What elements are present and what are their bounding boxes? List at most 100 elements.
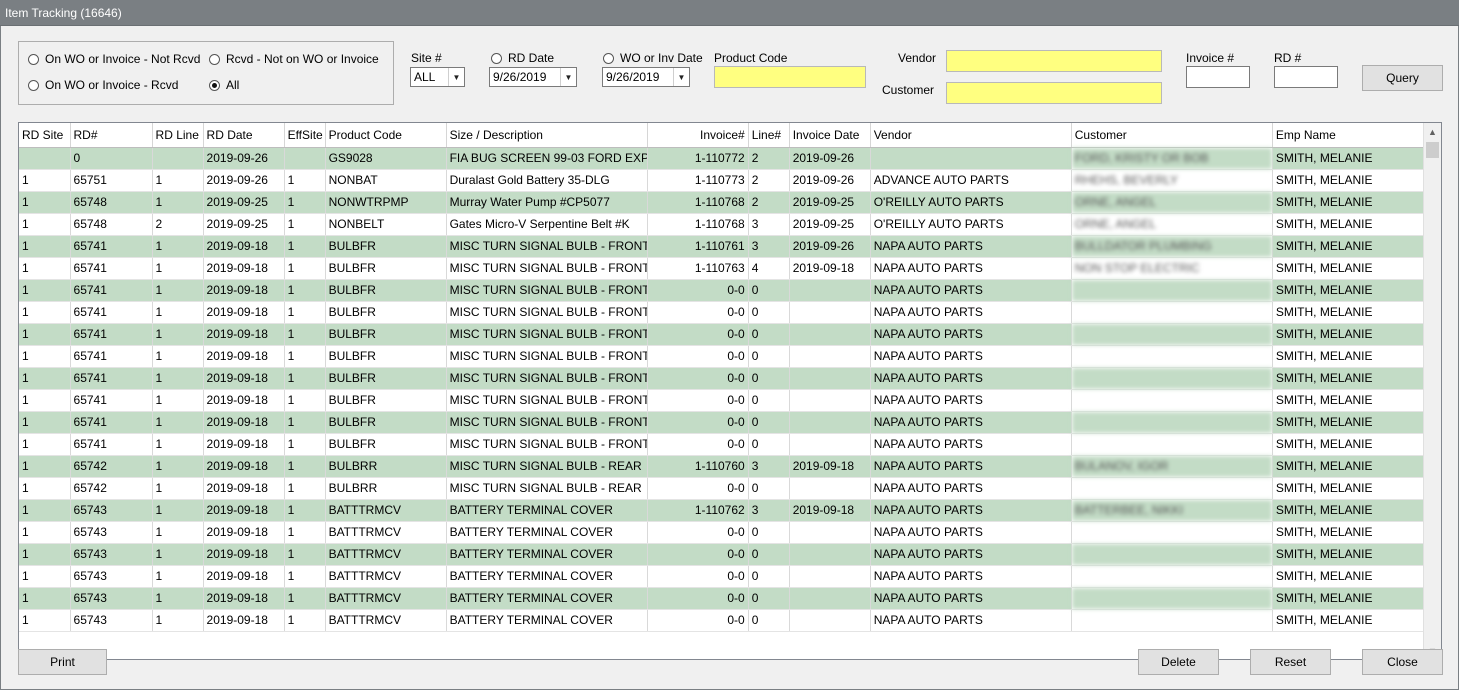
delete-button[interactable]: Delete xyxy=(1138,649,1219,675)
cell-customer xyxy=(1071,367,1273,390)
cell-vendor: NAPA AUTO PARTS xyxy=(870,367,1072,390)
cell-rd-number: 65743 xyxy=(70,543,153,566)
scroll-up-icon[interactable]: ▲ xyxy=(1424,123,1441,140)
product-code-input[interactable] xyxy=(714,66,866,88)
cell-rd-date: 2019-09-18 xyxy=(203,411,285,434)
cell-effsite: 1 xyxy=(284,433,326,456)
cell-rd-site: 1 xyxy=(19,345,71,368)
table-row[interactable]: 1 65741 1 2019-09-18 1 BULBFR MISC TURN SIGNAL… xyxy=(19,257,1425,280)
cell-invoice-date: 2019-09-25 xyxy=(789,191,871,214)
col-header-rd-date[interactable]: RD Date xyxy=(203,123,285,148)
table-row[interactable]: 1 65743 1 2019-09-18 1 BATTTRMCV BATTERY TERMI… xyxy=(19,609,1425,632)
col-header-invoice-number[interactable]: Invoice# xyxy=(647,123,749,148)
cell-invoice-number: 1-110763 xyxy=(647,257,749,280)
cell-size-description: MISC TURN SIGNAL BULB - REAR xyxy=(446,455,648,478)
cell-line-number: 0 xyxy=(748,279,790,302)
col-header-size-description[interactable]: Size / Description xyxy=(446,123,648,148)
cell-rd-site: 1 xyxy=(19,301,71,324)
table-row[interactable]: 1 65743 1 2019-09-18 1 BATTTRMCV BATTERY TERMI… xyxy=(19,587,1425,610)
radio-on-wo-not-rcvd[interactable]: On WO or Invoice - Not Rcvd xyxy=(28,52,200,66)
radio-wo-inv-date[interactable]: WO or Inv Date xyxy=(603,51,703,65)
table-row[interactable]: 1 65742 1 2019-09-18 1 BULBRR MISC TURN SIGNAL… xyxy=(19,455,1425,478)
cell-product-code: BULBFR xyxy=(325,389,447,412)
cell-line-number: 0 xyxy=(748,477,790,500)
cell-rd-site: 1 xyxy=(19,587,71,610)
table-row[interactable]: 1 65741 1 2019-09-18 1 BULBFR MISC TURN SIGNAL… xyxy=(19,389,1425,412)
table-row[interactable]: 1 65741 1 2019-09-18 1 BULBFR MISC TURN SIGNAL… xyxy=(19,411,1425,434)
cell-size-description: MISC TURN SIGNAL BULB - FRONT xyxy=(446,235,648,258)
col-header-product-code[interactable]: Product Code xyxy=(325,123,447,148)
table-row[interactable]: 1 65743 1 2019-09-18 1 BATTTRMCV BATTERY TERMI… xyxy=(19,565,1425,588)
chevron-down-icon[interactable]: ▼ xyxy=(448,68,464,86)
table-row[interactable]: 1 65748 2 2019-09-25 1 NONBELT Gates Micro-V S… xyxy=(19,213,1425,236)
print-button[interactable]: Print xyxy=(18,649,107,675)
cell-product-code: BULBRR xyxy=(325,455,447,478)
cell-line-number: 4 xyxy=(748,257,790,280)
vendor-input[interactable] xyxy=(946,50,1162,72)
table-row[interactable]: 1 65743 1 2019-09-18 1 BATTTRMCV BATTERY TERMI… xyxy=(19,521,1425,544)
cell-rd-site: 1 xyxy=(19,235,71,258)
col-header-effsite[interactable]: EffSite xyxy=(284,123,326,148)
chevron-down-icon[interactable]: ▼ xyxy=(673,68,689,86)
table-row[interactable]: 1 65748 1 2019-09-25 1 NONWTRPMP Murray Water … xyxy=(19,191,1425,214)
table-row[interactable]: 1 65741 1 2019-09-18 1 BULBFR MISC TURN SIGNAL… xyxy=(19,367,1425,390)
radio-on-wo-rcvd[interactable]: On WO or Invoice - Rcvd xyxy=(28,78,178,92)
col-header-rd-number[interactable]: RD# xyxy=(70,123,153,148)
table-row[interactable]: 1 65743 1 2019-09-18 1 BATTTRMCV BATTERY TERMI… xyxy=(19,543,1425,566)
cell-emp-name: SMITH, MELANIE xyxy=(1272,389,1425,412)
cell-rd-number: 65741 xyxy=(70,235,153,258)
cell-rd-number: 65741 xyxy=(70,367,153,390)
table-row[interactable]: 1 65741 1 2019-09-18 1 BULBFR MISC TURN SIGNAL… xyxy=(19,279,1425,302)
radio-all[interactable]: All xyxy=(209,78,239,92)
cell-size-description: Murray Water Pump #CP5077 xyxy=(446,191,648,214)
cell-invoice-date xyxy=(789,301,871,324)
cell-rd-number: 0 xyxy=(70,147,153,170)
invoice-label: Invoice # xyxy=(1186,51,1235,65)
cell-invoice-number: 0-0 xyxy=(647,587,749,610)
table-row[interactable]: 1 65743 1 2019-09-18 1 BATTTRMCV BATTERY TERMI… xyxy=(19,499,1425,522)
wo-inv-date-label: WO or Inv Date xyxy=(620,51,703,65)
col-header-rd-line[interactable]: RD Line xyxy=(152,123,204,148)
cell-emp-name: SMITH, MELANIE xyxy=(1272,257,1425,280)
cell-invoice-number: 0-0 xyxy=(647,411,749,434)
close-button[interactable]: Close xyxy=(1362,649,1443,675)
col-header-customer[interactable]: Customer xyxy=(1071,123,1273,148)
col-header-line-number[interactable]: Line# xyxy=(748,123,790,148)
cell-size-description: MISC TURN SIGNAL BULB - FRONT xyxy=(446,367,648,390)
cell-emp-name: SMITH, MELANIE xyxy=(1272,367,1425,390)
vertical-scrollbar[interactable]: ▲ ▼ xyxy=(1423,123,1441,659)
chevron-down-icon[interactable]: ▼ xyxy=(560,68,576,86)
cell-rd-number: 65741 xyxy=(70,433,153,456)
col-header-vendor[interactable]: Vendor xyxy=(870,123,1072,148)
radio-indicator xyxy=(209,53,220,65)
reset-button[interactable]: Reset xyxy=(1250,649,1331,675)
table-row[interactable]: 0 2019-09-26 GS9028 FIA BUG SCREEN 99-03 FO… xyxy=(19,147,1425,170)
scrollbar-thumb[interactable] xyxy=(1426,142,1439,158)
invoice-input[interactable] xyxy=(1186,66,1250,88)
customer-input[interactable] xyxy=(946,82,1162,104)
col-header-emp-name[interactable]: Emp Name xyxy=(1272,123,1425,148)
rd-number-input[interactable] xyxy=(1274,66,1338,88)
item-tracking-grid[interactable]: RD Site RD# RD Line RD Date EffSite Prod… xyxy=(18,122,1442,660)
cell-invoice-date xyxy=(789,433,871,456)
cell-product-code: NONWTRPMP xyxy=(325,191,447,214)
cell-vendor: NAPA AUTO PARTS xyxy=(870,279,1072,302)
rd-date-picker[interactable]: 9/26/2019 ▼ xyxy=(489,67,577,87)
query-button[interactable]: Query xyxy=(1362,65,1443,91)
table-row[interactable]: 1 65741 1 2019-09-18 1 BULBFR MISC TURN SIGNAL… xyxy=(19,345,1425,368)
site-select[interactable]: ALL ▼ xyxy=(410,67,465,87)
wo-inv-date-picker[interactable]: 9/26/2019 ▼ xyxy=(602,67,690,87)
cell-rd-line: 1 xyxy=(152,543,204,566)
col-header-invoice-date[interactable]: Invoice Date xyxy=(789,123,871,148)
table-row[interactable]: 1 65751 1 2019-09-26 1 NONBAT Duralast Gold Ba… xyxy=(19,169,1425,192)
col-header-rd-site[interactable]: RD Site xyxy=(19,123,71,148)
table-row[interactable]: 1 65741 1 2019-09-18 1 BULBFR MISC TURN SIGNAL… xyxy=(19,323,1425,346)
cell-rd-number: 65743 xyxy=(70,587,153,610)
radio-rcvd-not-on-wo[interactable]: Rcvd - Not on WO or Invoice xyxy=(209,52,379,66)
table-row[interactable]: 1 65741 1 2019-09-18 1 BULBFR MISC TURN SIGNAL… xyxy=(19,301,1425,324)
radio-rd-date[interactable]: RD Date xyxy=(491,51,554,65)
table-row[interactable]: 1 65741 1 2019-09-18 1 BULBFR MISC TURN SIGNAL… xyxy=(19,235,1425,258)
table-row[interactable]: 1 65741 1 2019-09-18 1 BULBFR MISC TURN SIGNAL… xyxy=(19,433,1425,456)
table-row[interactable]: 1 65742 1 2019-09-18 1 BULBRR MISC TURN SIGNAL… xyxy=(19,477,1425,500)
cell-rd-site: 1 xyxy=(19,565,71,588)
